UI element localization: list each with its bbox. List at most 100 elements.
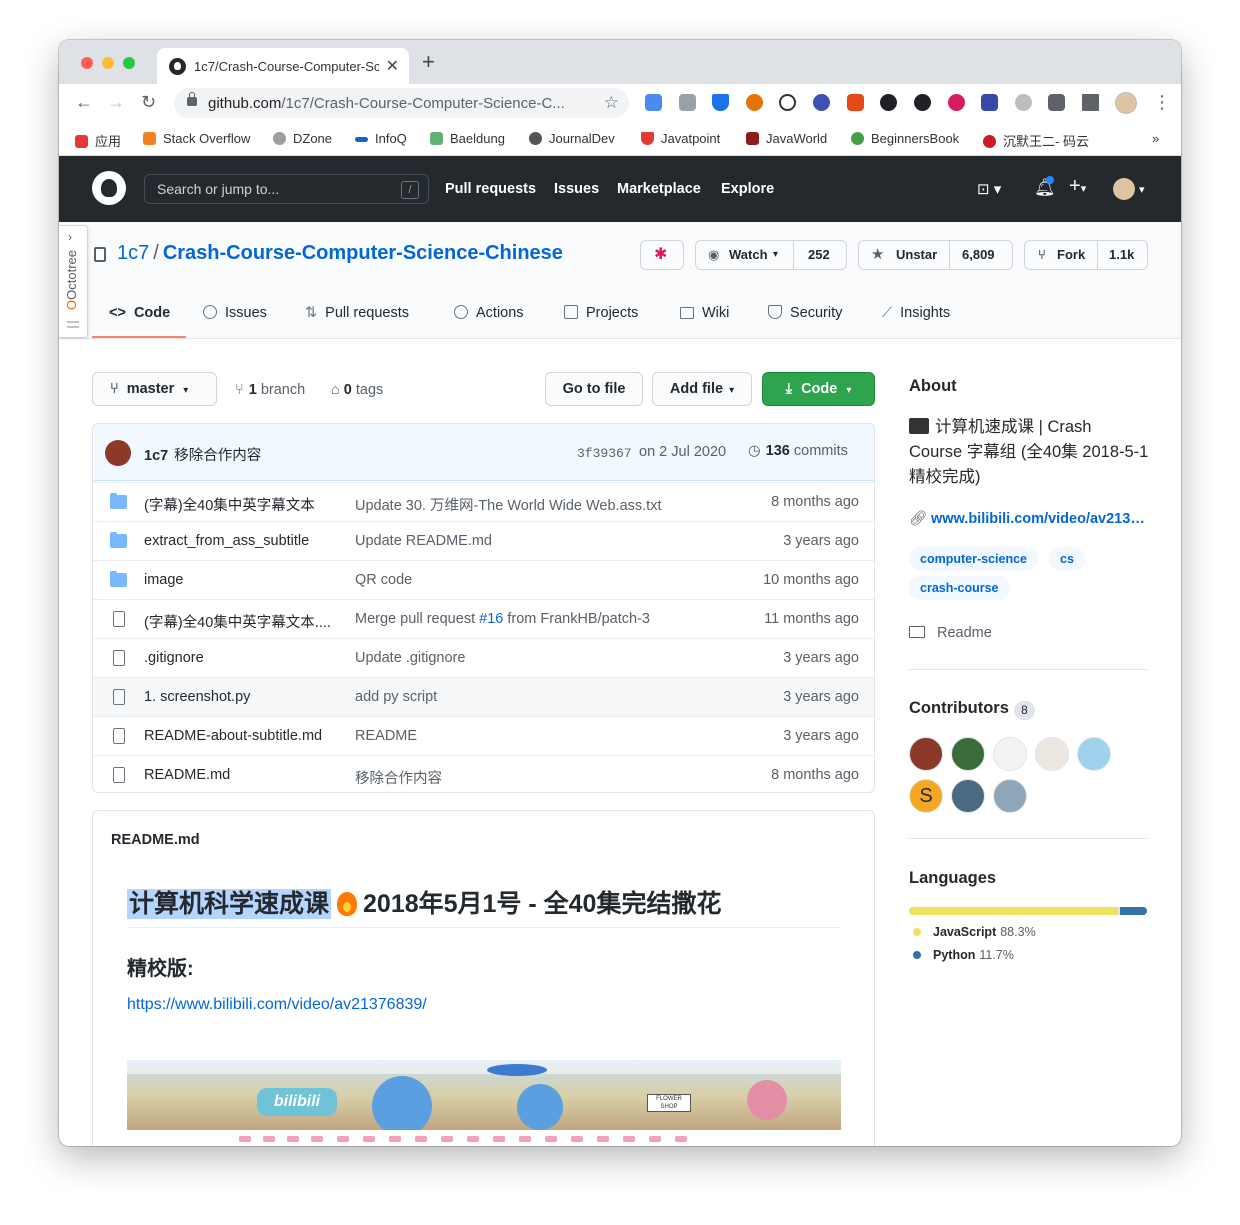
commit-author-avatar[interactable] xyxy=(105,440,131,466)
watch-button[interactable]: ◉ Watch ▾ 252 xyxy=(695,240,847,270)
file-commit-message-link[interactable]: Update README.md xyxy=(355,533,735,549)
contributor-avatar[interactable]: S xyxy=(909,779,943,813)
bookmark-infoq[interactable]: InfoQ xyxy=(355,131,407,146)
contributor-avatar[interactable] xyxy=(1077,737,1111,771)
file-row[interactable]: (字幕)全40集中英字幕文本 Update 30. 万维网-The World … xyxy=(93,482,874,521)
contributor-avatar[interactable] xyxy=(993,779,1027,813)
go-to-file-button[interactable]: Go to file xyxy=(545,372,643,406)
star-count[interactable]: 6,809 xyxy=(962,241,995,269)
reload-icon[interactable]: ↻ xyxy=(141,92,156,112)
header-nav-explore[interactable]: Explore xyxy=(721,181,774,197)
language-javascript[interactable]: JavaScript 88.3% xyxy=(909,925,1036,939)
readme-video-link[interactable]: https://www.bilibili.com/video/av2137683… xyxy=(127,996,427,1014)
bookmark-javatpoint[interactable]: Javatpoint xyxy=(641,131,720,146)
bookmark-baeldung[interactable]: Baeldung xyxy=(430,131,505,146)
profile-avatar[interactable] xyxy=(1115,92,1137,114)
unstar-button[interactable]: ★ Unstar 6,809 xyxy=(858,240,1013,270)
commit-message-link[interactable]: 移除合作内容 xyxy=(174,448,261,464)
bookmark-stackoverflow[interactable]: Stack Overflow xyxy=(143,131,250,146)
file-commit-message-link[interactable]: Merge pull request #16 from FrankHB/patc… xyxy=(355,611,735,627)
tab-projects[interactable]: Projects xyxy=(564,305,638,321)
readme-filename[interactable]: README.md xyxy=(111,832,200,848)
tab-issues[interactable]: Issues xyxy=(203,305,267,321)
bookmark-apps[interactable]: 应用 xyxy=(75,131,121,150)
octotree-sidebar-toggle[interactable]: › OOctotree xyxy=(59,225,88,338)
contributor-avatar[interactable] xyxy=(951,737,985,771)
fork-count[interactable]: 1.1k xyxy=(1109,241,1134,269)
tags-link[interactable]: ⌂ 0 tags xyxy=(331,382,383,398)
tab-code[interactable]: <> Code xyxy=(109,305,170,321)
contributor-avatar[interactable] xyxy=(993,737,1027,771)
file-commit-message-link[interactable]: 移除合作内容 xyxy=(355,767,735,788)
bookmarks-overflow-button[interactable]: » xyxy=(1152,131,1159,146)
forward-arrow-icon[interactable]: → xyxy=(107,92,125,112)
file-row[interactable]: README-about-subtitle.md README 3 years … xyxy=(93,716,874,755)
reading-list-icon[interactable] xyxy=(1082,94,1099,111)
vue-extension-icon[interactable] xyxy=(712,94,729,111)
file-row[interactable]: README.md 移除合作内容 8 months ago xyxy=(93,755,874,792)
minimize-window-button[interactable] xyxy=(102,57,114,69)
header-nav-issues[interactable]: Issues xyxy=(554,181,599,197)
contributor-avatar[interactable] xyxy=(909,737,943,771)
repo-owner-link[interactable]: 1c7 xyxy=(117,242,149,264)
sidebar-readme-link[interactable]: Readme xyxy=(909,625,992,641)
kebab-menu-icon[interactable]: ⋮ xyxy=(1153,92,1171,113)
address-url[interactable]: github.com/1c7/Crash-Course-Computer-Sci… xyxy=(208,95,598,112)
file-name-link[interactable]: 1. screenshot.py xyxy=(144,689,339,705)
file-commit-message-link[interactable]: add py script xyxy=(355,689,735,705)
tab-close-icon[interactable]: ✕ xyxy=(386,56,399,76)
user-avatar[interactable] xyxy=(1113,178,1135,200)
command-palette-icon[interactable]: ⊡ ▾ xyxy=(977,180,1001,198)
file-name-link[interactable]: image xyxy=(144,572,339,588)
topic-tag[interactable]: cs xyxy=(1049,547,1085,571)
pull-request-link[interactable]: #16 xyxy=(479,611,503,627)
file-name-link[interactable]: extract_from_ass_subtitle xyxy=(144,533,339,549)
file-row[interactable]: image QR code 10 months ago xyxy=(93,560,874,599)
ae-extension-icon[interactable] xyxy=(779,94,796,111)
contributor-avatar[interactable] xyxy=(1035,737,1069,771)
contributor-avatar[interactable] xyxy=(951,779,985,813)
repo-website-link[interactable]: 🔗︎www.bilibili.com/video/av21376839/ xyxy=(909,510,1149,527)
file-name-link[interactable]: README-about-subtitle.md xyxy=(144,728,339,744)
topic-tag[interactable]: crash-course xyxy=(909,576,1010,600)
file-commit-message-link[interactable]: QR code xyxy=(355,572,735,588)
tab-insights[interactable]: ⟋ Insights xyxy=(882,305,950,321)
tab-actions[interactable]: Actions xyxy=(454,305,524,321)
bookmark-beginnersbook[interactable]: BeginnersBook xyxy=(851,131,959,146)
address-bar[interactable]: github.com/1c7/Crash-Course-Computer-Sci… xyxy=(174,88,629,118)
language-python[interactable]: Python 11.7% xyxy=(909,948,1014,962)
commits-history-link[interactable]: ◷ 136 commits xyxy=(748,443,848,459)
file-row[interactable]: (字幕)全40集中英字幕文本.... Merge pull request #1… xyxy=(93,599,874,638)
file-row[interactable]: 1. screenshot.py add py script 3 years a… xyxy=(93,677,874,716)
bookmark-gitee[interactable]: 沉默王二- 码云 xyxy=(983,131,1089,150)
extension-icon[interactable] xyxy=(981,94,998,111)
topic-tag[interactable]: computer-science xyxy=(909,547,1038,571)
file-name-link[interactable]: .gitignore xyxy=(144,650,339,666)
create-new-plus-icon[interactable]: +▾ xyxy=(1069,175,1086,198)
file-commit-message-link[interactable]: Update 30. 万维网-The World Wide Web.ass.tx… xyxy=(355,494,735,515)
google-translate-extension-icon[interactable] xyxy=(645,94,662,111)
add-file-button[interactable]: Add file ▾ xyxy=(652,372,752,406)
header-nav-marketplace[interactable]: Marketplace xyxy=(617,181,701,197)
repo-name-link[interactable]: Crash-Course-Computer-Science-Chinese xyxy=(163,242,563,264)
file-name-link[interactable]: (字幕)全40集中英字幕文本.... xyxy=(144,611,339,632)
extension-sparkle-button[interactable]: ✱ xyxy=(640,240,684,270)
user-menu-caret-icon[interactable]: ▾ xyxy=(1139,183,1145,196)
close-window-button[interactable] xyxy=(81,57,93,69)
header-nav-pull-requests[interactable]: Pull requests xyxy=(445,181,536,197)
bookmark-dzone[interactable]: DZone xyxy=(273,131,332,146)
bookmark-journaldev[interactable]: JournalDev xyxy=(529,131,615,146)
new-tab-button[interactable]: + xyxy=(422,51,435,73)
puzzle-icon[interactable] xyxy=(1048,94,1065,111)
watch-count[interactable]: 252 xyxy=(808,241,830,269)
commit-author-link[interactable]: 1c7 xyxy=(144,448,168,464)
play-extension-icon[interactable] xyxy=(880,94,897,111)
bookmark-javaworld[interactable]: JavaWorld xyxy=(746,131,827,146)
bookmark-star-icon[interactable]: ☆ xyxy=(604,93,619,113)
code-download-button[interactable]: ⤓ Code ▾ xyxy=(762,372,875,406)
file-row[interactable]: extract_from_ass_subtitle Update README.… xyxy=(93,521,874,560)
tab-pull-requests[interactable]: ⇅ Pull requests xyxy=(305,305,409,321)
zoom-window-button[interactable] xyxy=(123,57,135,69)
github-search-input[interactable]: Search or jump to... / xyxy=(144,174,429,204)
bilibili-banner-image[interactable]: bilibili FLOWER SHOP xyxy=(127,1060,841,1146)
